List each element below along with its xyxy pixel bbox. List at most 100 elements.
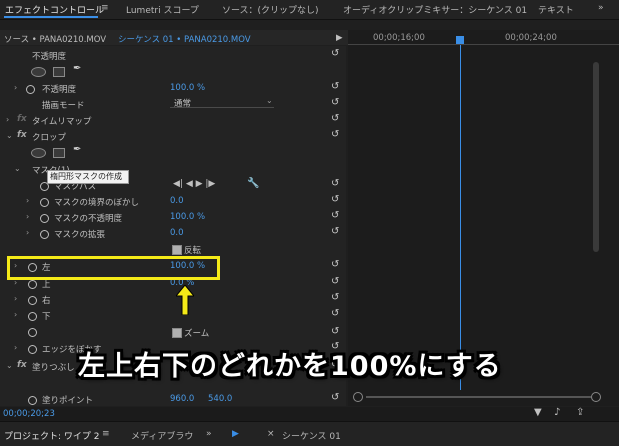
collapse-chevron-icon[interactable]: ⌄ — [14, 164, 21, 173]
tab-source[interactable]: ソース：(クリップなし) — [222, 3, 319, 16]
stopwatch-icon[interactable] — [28, 345, 37, 354]
pen-tool-icon[interactable]: ✒ — [73, 144, 81, 155]
tab-lumetri-scopes[interactable]: Lumetri スコープ — [126, 3, 199, 16]
tab-media-browser[interactable]: メディアブラウ — [131, 429, 193, 442]
reset-icon[interactable]: ↺ — [331, 178, 339, 189]
vertical-scrollbar[interactable] — [593, 62, 599, 252]
mask-track-controls[interactable]: ◀| ◀ ▶ |▶ — [173, 179, 215, 189]
expand-chevron-icon[interactable]: › — [14, 343, 17, 352]
wrench-icon[interactable]: 🔧 — [247, 178, 259, 189]
tab-sequence[interactable]: シーケンス 01 — [282, 429, 341, 442]
annotation-caption: 左上右下のどれかを100%にする — [78, 351, 502, 382]
fx-badge-icon[interactable]: fx — [17, 360, 27, 370]
expand-chevron-icon[interactable]: › — [26, 212, 29, 221]
reset-icon[interactable]: ↺ — [331, 210, 339, 221]
more-tabs-icon[interactable]: » — [206, 429, 212, 439]
invert-checkbox[interactable] — [172, 245, 182, 255]
filter-icon[interactable]: ▼ — [534, 407, 542, 418]
stopwatch-icon[interactable] — [26, 85, 35, 94]
timecode-ruler-label-1: 00;00;16;00 — [373, 33, 425, 43]
reset-icon[interactable]: ↺ — [331, 259, 339, 270]
stopwatch-icon[interactable] — [28, 280, 37, 289]
blend-mode-label: 描画モード — [42, 101, 85, 111]
reset-icon[interactable]: ↺ — [331, 392, 339, 403]
active-tab-indicator — [4, 16, 98, 18]
reset-icon[interactable]: ↺ — [331, 129, 339, 140]
current-timecode[interactable]: 00;00;20;23 — [3, 409, 55, 419]
opacity-value[interactable]: 100.0 % — [170, 83, 205, 93]
play-icon[interactable]: ▶ — [232, 429, 239, 439]
panel-tab-bar: エフェクトコントロール ≡ Lumetri スコープ ソース：(クリップなし) … — [0, 0, 619, 20]
crop-effect-label: クロップ — [32, 133, 67, 143]
reset-icon[interactable]: ↺ — [331, 113, 339, 124]
bottom-panel-tabs: プロジェクト: ワイプ 2 ≡ メディアブラウ » ▶ × シーケンス 01 — [0, 421, 619, 446]
mask-feather-value[interactable]: 0.0 — [170, 196, 184, 206]
expand-chevron-icon[interactable]: › — [6, 115, 9, 124]
source-sequence-bar: ソース • PANA0210.MOV シーケンス 01 • PANA0210.M… — [0, 30, 348, 45]
stopwatch-icon[interactable] — [28, 396, 37, 405]
mask-expansion-label: マスクの拡張 — [54, 230, 106, 240]
expand-chevron-icon[interactable]: › — [14, 310, 17, 319]
sequence-clip-label[interactable]: シーケンス 01 • PANA0210.MOV — [118, 33, 251, 45]
tab-project[interactable]: プロジェクト: ワイプ 2 — [4, 429, 99, 442]
more-tabs-icon[interactable]: » — [598, 3, 604, 13]
mask-expansion-value[interactable]: 0.0 — [170, 228, 184, 238]
fx-badge-icon[interactable]: fx — [17, 114, 27, 124]
close-icon[interactable]: × — [267, 429, 275, 439]
reset-icon[interactable]: ↺ — [331, 276, 339, 287]
stopwatch-icon[interactable] — [28, 296, 37, 305]
panel-menu-icon[interactable]: ≡ — [101, 3, 109, 13]
expand-chevron-icon[interactable]: › — [26, 196, 29, 205]
pen-tool-icon[interactable]: ✒ — [73, 63, 81, 74]
fill-point-y-value[interactable]: 540.0 — [208, 394, 232, 404]
expand-chevron-icon[interactable]: › — [14, 294, 17, 303]
playhead-handle[interactable] — [456, 36, 464, 44]
rectangle-mask-icon[interactable] — [53, 148, 65, 158]
fill-effect-label: 塗りつぶし — [32, 363, 75, 373]
stopwatch-icon[interactable] — [40, 214, 49, 223]
crop-bottom-label: 下 — [42, 312, 51, 322]
blend-mode-value: 通常 — [174, 99, 192, 109]
expand-chevron-icon[interactable]: › — [14, 83, 17, 92]
reset-icon[interactable]: ↺ — [331, 81, 339, 92]
ruler-line — [348, 44, 619, 45]
reset-icon[interactable]: ↺ — [331, 48, 339, 59]
stopwatch-icon[interactable] — [40, 198, 49, 207]
ellipse-mask-icon[interactable] — [31, 67, 46, 77]
zoom-scrollbar[interactable] — [366, 396, 591, 398]
fill-point-x-value[interactable]: 960.0 — [170, 394, 194, 404]
mask-feather-label: マスクの境界のぼかし — [54, 198, 140, 208]
reset-icon[interactable]: ↺ — [331, 226, 339, 237]
zoom-checkbox[interactable] — [172, 328, 182, 338]
playhead-line — [460, 45, 461, 390]
tab-text[interactable]: テキスト — [538, 3, 574, 16]
fx-badge-icon[interactable]: fx — [17, 130, 27, 140]
collapse-chevron-icon[interactable]: ⌄ — [6, 361, 13, 370]
mask-opacity-value[interactable]: 100.0 % — [170, 212, 205, 222]
audio-icon[interactable]: ♪ — [554, 407, 560, 418]
tab-effect-controls[interactable]: エフェクトコントロール — [5, 3, 104, 16]
blend-mode-dropdown[interactable]: 通常 ⌄ — [170, 96, 274, 109]
reset-icon[interactable]: ↺ — [331, 194, 339, 205]
reset-icon[interactable]: ↺ — [331, 292, 339, 303]
panel-menu-icon[interactable]: ≡ — [102, 429, 110, 439]
reset-icon[interactable]: ↺ — [331, 97, 339, 108]
expand-chevron-icon[interactable]: › — [26, 228, 29, 237]
export-icon[interactable]: ⇪ — [576, 407, 584, 418]
collapse-chevron-icon[interactable]: ⌄ — [6, 131, 13, 140]
stopwatch-icon[interactable] — [40, 230, 49, 239]
reset-icon[interactable]: ↺ — [331, 308, 339, 319]
time-remap-label: タイムリマップ — [32, 117, 92, 127]
source-clip-label[interactable]: ソース • PANA0210.MOV — [4, 33, 106, 45]
stopwatch-icon[interactable] — [28, 312, 37, 321]
reset-icon[interactable]: ↺ — [331, 326, 339, 337]
zoom-in-handle[interactable] — [591, 392, 601, 402]
tab-audio-clip-mixer[interactable]: オーディオクリップミキサー：シーケンス 01 — [343, 3, 527, 16]
rectangle-mask-icon[interactable] — [53, 67, 65, 77]
timecode-ruler-label-2: 00;00;24;00 — [505, 33, 557, 43]
play-only-icon[interactable]: ▶ — [336, 33, 343, 43]
stopwatch-icon[interactable] — [28, 328, 37, 337]
mask-opacity-label: マスクの不透明度 — [54, 214, 123, 224]
ellipse-mask-icon[interactable] — [31, 148, 46, 158]
zoom-out-handle[interactable] — [353, 392, 363, 402]
